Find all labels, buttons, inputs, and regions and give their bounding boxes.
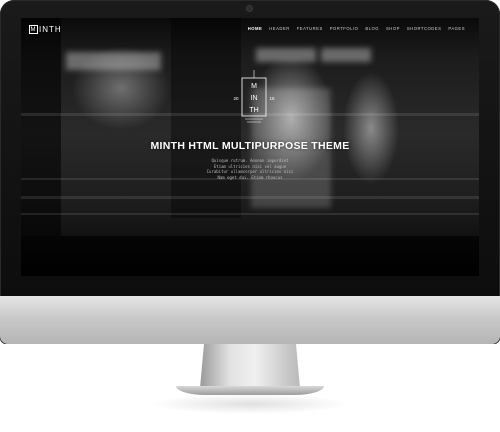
hero-title: MINTH HTML MULTIPURPOSE THEME xyxy=(150,140,350,152)
nav-features[interactable]: FEATURES xyxy=(297,26,323,31)
emblem-year-right: 15 xyxy=(269,96,275,101)
main-nav: HOME HEADER FEATURES PORTFOLIO BLOG SHOP… xyxy=(248,26,465,31)
nav-portfolio[interactable]: PORTFOLIO xyxy=(330,26,359,31)
emblem-letters-th: TH xyxy=(249,107,258,114)
camera-icon xyxy=(247,6,252,11)
monitor-chin xyxy=(0,296,500,344)
hero-subtitle-line: Curabitur ullamcorper ultricies nisi xyxy=(206,169,294,174)
nav-header[interactable]: HEADER xyxy=(269,26,289,31)
emblem-letter-m: M xyxy=(251,83,257,90)
hero-subtitle-line: Nam eget dui. Etiam rhoncus xyxy=(217,174,283,180)
motion-streak xyxy=(21,196,479,199)
website-screen: M INTH HOME HEADER FEATURES PORTFOLIO BL… xyxy=(21,18,479,276)
emblem-year-left: 20 xyxy=(233,96,239,101)
train-window xyxy=(66,52,161,70)
emblem-logo: M IN TH 20 15 xyxy=(233,70,275,123)
nav-blog[interactable]: BLOG xyxy=(365,26,379,31)
logo-mark: M xyxy=(29,25,38,34)
nav-pages[interactable]: PAGES xyxy=(448,26,465,31)
emblem-letters-in: IN xyxy=(251,95,258,102)
train-window xyxy=(321,48,371,62)
monitor-stand-base xyxy=(176,386,324,395)
monitor-stand xyxy=(200,344,300,388)
motion-streak xyxy=(21,213,479,215)
hero-subtitle: Quisque rutrum. Aenean imperdiet Etiam u… xyxy=(200,158,300,180)
nav-shortcodes[interactable]: SHORTCODES xyxy=(407,26,441,31)
nav-home[interactable]: HOME xyxy=(248,26,263,31)
screen-bottom-band xyxy=(21,236,479,276)
logo-text: INTH xyxy=(39,25,62,34)
imac-monitor: M INTH HOME HEADER FEATURES PORTFOLIO BL… xyxy=(0,0,500,344)
train-window xyxy=(256,48,316,62)
stand-shadow xyxy=(150,394,350,414)
nav-shop[interactable]: SHOP xyxy=(386,26,400,31)
hero-subtitle-line: Quisque rutrum. Aenean imperdiet xyxy=(211,158,289,163)
site-logo[interactable]: M INTH xyxy=(29,24,62,35)
